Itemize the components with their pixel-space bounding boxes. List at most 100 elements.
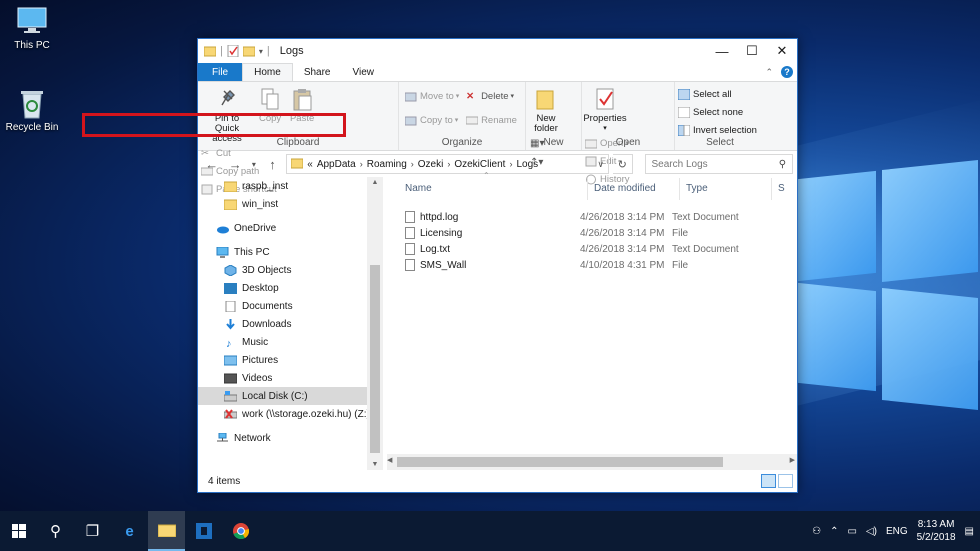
copy-to-button[interactable]: Copy to ▾	[404, 113, 463, 127]
delete-button[interactable]: ✕ Delete ▾	[466, 89, 517, 103]
file-explorer-taskbar-button[interactable]	[148, 511, 185, 551]
chrome-icon	[232, 523, 249, 539]
scroll-right-arrow[interactable]: ▶	[790, 456, 795, 464]
nav-item-music[interactable]: ♪ Music	[198, 333, 383, 351]
nav-item-raspb-inst[interactable]: raspb_inst	[198, 177, 383, 195]
chevron-down-icon[interactable]: ▾	[259, 47, 263, 56]
file-row[interactable]: httpd.log 4/26/2018 3:14 PM Text Document	[383, 209, 797, 225]
clock[interactable]: 8:13 AM 5/2/2018	[917, 518, 956, 544]
svg-text:♪: ♪	[226, 338, 232, 348]
tab-file[interactable]: File	[198, 63, 243, 81]
select-none-button[interactable]: Select none	[677, 105, 757, 119]
file-row[interactable]: Licensing 4/26/2018 3:14 PM File	[383, 225, 797, 241]
file-icon	[405, 259, 415, 271]
help-icon[interactable]: ?	[781, 66, 793, 78]
rename-button[interactable]: Rename	[465, 113, 517, 127]
column-size[interactable]: S	[772, 178, 785, 200]
file-icon	[405, 243, 415, 255]
close-button[interactable]: ✕	[767, 39, 797, 63]
breadcrumb-ozeki[interactable]: Ozeki	[418, 159, 444, 170]
column-date-modified[interactable]: Date modified	[588, 178, 680, 200]
properties-button[interactable]: Properties ▾	[583, 85, 627, 134]
large-icons-view-button[interactable]	[778, 474, 793, 488]
search-input[interactable]: Search Logs ⚲	[644, 154, 794, 174]
nav-item-label: Downloads	[242, 318, 292, 330]
file-horizontal-scrollbar[interactable]: ◀ ▶	[387, 454, 797, 470]
scrollbar-thumb[interactable]	[370, 265, 380, 453]
nav-item-3d-objects[interactable]: 3D Objects	[198, 261, 383, 279]
nav-item-onedrive[interactable]: OneDrive	[198, 219, 383, 237]
network-tray-icon[interactable]: ▭	[847, 526, 856, 537]
collapse-ribbon-icon[interactable]: ⌃	[765, 67, 773, 78]
nav-item-local-disk-c[interactable]: Local Disk (C:)	[198, 387, 383, 405]
nav-item-downloads[interactable]: Downloads	[198, 315, 383, 333]
properties-quick-icon[interactable]	[227, 44, 239, 58]
title-bar[interactable]: | ▾ | Logs — ☐ ✕	[198, 39, 797, 63]
people-icon[interactable]: ⚇	[812, 526, 821, 537]
volume-icon[interactable]: ◁)	[866, 526, 877, 537]
navigation-pane: raspb_inst win_inst OneDrive This PC 3D Obje…	[198, 177, 383, 470]
desktop-icon-this-pc[interactable]: This PC	[0, 6, 64, 51]
desktop-icon-recycle-bin[interactable]: Recycle Bin	[0, 88, 64, 133]
address-bar[interactable]: « AppData › Roaming › Ozeki › OzekiClien…	[286, 154, 609, 174]
details-view-button[interactable]	[761, 474, 776, 488]
scroll-down-arrow[interactable]: ▼	[367, 461, 383, 468]
task-view-button[interactable]: ❐	[74, 511, 111, 551]
breadcrumb-separator[interactable]: ›	[509, 159, 512, 169]
nav-scrollbar[interactable]: ▲ ▼	[367, 177, 383, 470]
breadcrumb-ozekiclient[interactable]: OzekiClient	[454, 159, 505, 170]
breadcrumb-logs[interactable]: Logs	[516, 159, 538, 170]
new-folder-button[interactable]: New folder	[530, 85, 562, 134]
tab-view[interactable]: View	[342, 63, 386, 81]
show-hidden-icons-icon[interactable]: ⌃	[830, 526, 838, 537]
organize-group: Move to ▾ Copy to ▾ ✕ Delete ▾ Rename Organi…	[399, 82, 526, 150]
breadcrumb-separator[interactable]: ›	[411, 159, 414, 169]
start-button[interactable]	[0, 511, 37, 551]
nav-item-work-storage-ozeki-hu-z[interactable]: work (\\storage.ozeki.hu) (Z:)	[198, 405, 383, 423]
scroll-up-arrow[interactable]: ▲	[367, 179, 383, 186]
search-placeholder: Search Logs	[651, 158, 708, 170]
file-rows: httpd.log 4/26/2018 3:14 PM Text Document L…	[383, 209, 797, 273]
language-indicator[interactable]: ENG	[886, 526, 908, 537]
column-name[interactable]: Name	[383, 178, 588, 200]
breadcrumb-separator[interactable]: ›	[447, 159, 450, 169]
nav-item-pictures[interactable]: Pictures	[198, 351, 383, 369]
this-pc-icon	[15, 6, 49, 36]
app-taskbar-button[interactable]	[185, 511, 222, 551]
column-type[interactable]: Type	[680, 178, 772, 200]
breadcrumb-appdata[interactable]: AppData	[317, 159, 356, 170]
recycle-bin-icon	[15, 88, 49, 119]
tab-share[interactable]: Share	[293, 63, 342, 81]
nav-item-win-inst[interactable]: win_inst	[198, 195, 383, 213]
chrome-button[interactable]	[222, 511, 259, 551]
nav-item-label: Pictures	[242, 354, 279, 366]
file-list-pane: ⌃ Name Date modified Type S httpd.log 4/2…	[383, 171, 797, 470]
maximize-button[interactable]: ☐	[737, 39, 767, 63]
new-folder-quick-icon[interactable]	[242, 45, 256, 57]
organize-group-label: Organize	[441, 137, 483, 148]
edge-button[interactable]: e	[111, 511, 148, 551]
address-dropdown-icon[interactable]: ∨	[597, 159, 604, 170]
file-row[interactable]: Log.txt 4/26/2018 3:14 PM Text Document	[383, 241, 797, 257]
nav-item-this-pc[interactable]: This PC	[198, 243, 383, 261]
copy-path-button[interactable]: Copy path	[200, 164, 277, 178]
nav-item-videos[interactable]: Videos	[198, 369, 383, 387]
tab-home[interactable]: Home	[242, 63, 293, 81]
breadcrumb-separator[interactable]: ›	[360, 159, 363, 169]
select-all-button[interactable]: Select all	[677, 87, 757, 101]
notifications-icon[interactable]: ▤	[965, 526, 974, 537]
minimize-button[interactable]: —	[707, 39, 737, 63]
cut-button[interactable]: ✂ Cut	[201, 146, 277, 160]
scrollbar-thumb[interactable]	[397, 457, 723, 467]
nav-item-documents[interactable]: Documents	[198, 297, 383, 315]
breadcrumb-overflow[interactable]: «	[307, 159, 313, 170]
scroll-left-arrow[interactable]: ◀	[387, 456, 392, 464]
file-row[interactable]: SMS_Wall 4/10/2018 4:31 PM File	[383, 257, 797, 273]
nav-item-network[interactable]: Network	[198, 429, 383, 447]
invert-selection-button[interactable]: Invert selection	[677, 123, 757, 137]
move-to-button[interactable]: Move to ▾	[404, 89, 463, 103]
folder-icon	[203, 45, 217, 57]
nav-item-desktop[interactable]: Desktop	[198, 279, 383, 297]
search-button[interactable]: ⚲	[37, 511, 74, 551]
breadcrumb-roaming[interactable]: Roaming	[367, 159, 407, 170]
